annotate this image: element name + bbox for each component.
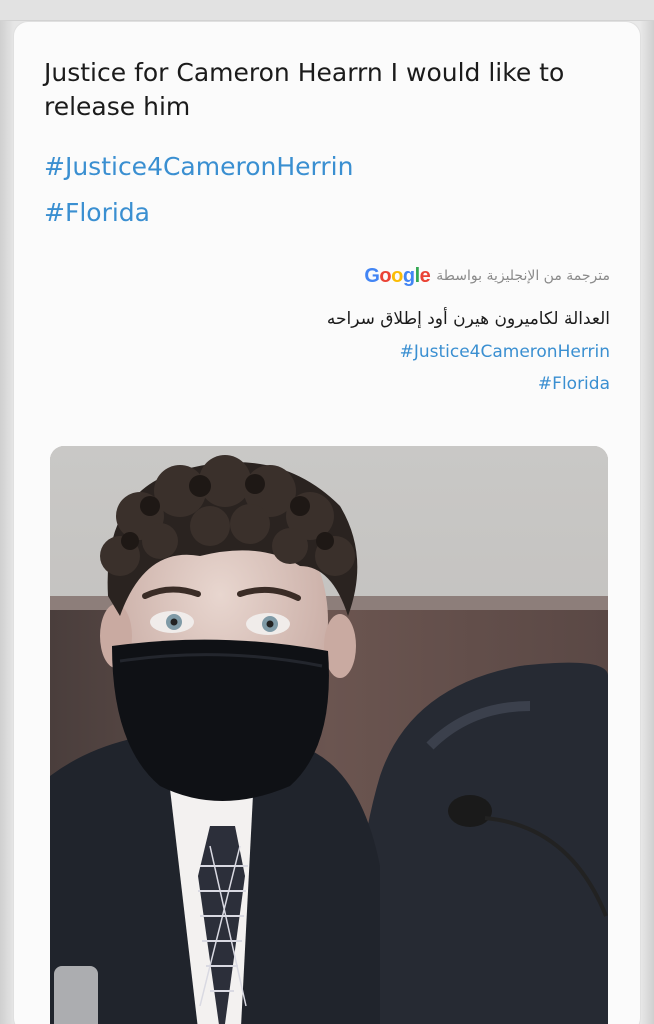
- translated-by-row: مترجمة من الإنجليزية بواسطة Google: [190, 262, 610, 290]
- screen: Justice for Cameron Hearrn I would like …: [0, 0, 654, 1024]
- tweet-photo[interactable]: [50, 446, 608, 1024]
- translated-text: العدالة لكاميرون هيرن أود إطلاق سراحه: [326, 309, 610, 329]
- tweet-text: Justice for Cameron Hearrn I would like …: [44, 58, 565, 121]
- translation-block: مترجمة من الإنجليزية بواسطة Google العدا…: [190, 262, 610, 400]
- hashtag-link-florida[interactable]: #Florida: [44, 196, 150, 230]
- translated-by-label: مترجمة من الإنجليزية بواسطة: [436, 268, 610, 284]
- status-bar: [0, 0, 654, 21]
- hashtag-link-justice[interactable]: #Justice4CameronHerrin: [44, 150, 353, 184]
- google-logo[interactable]: Google: [364, 262, 430, 290]
- translated-hashtag-florida[interactable]: #Florida: [190, 368, 610, 400]
- tweet-card[interactable]: Justice for Cameron Hearrn I would like …: [14, 22, 640, 1024]
- courtroom-photo: [50, 446, 608, 1024]
- translated-hashtag-justice[interactable]: #Justice4CameronHerrin: [190, 336, 610, 368]
